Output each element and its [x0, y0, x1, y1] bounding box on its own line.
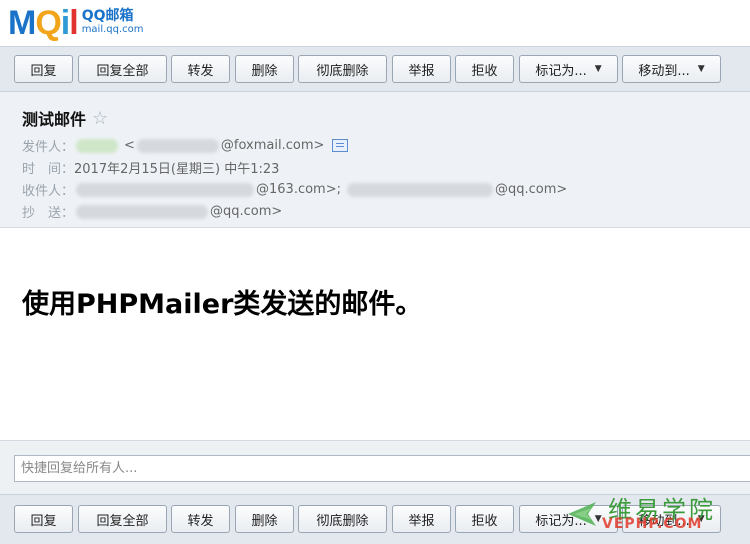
report-button[interactable]: 举报 — [392, 55, 451, 83]
mail-header: 测试邮件 ☆ 发件人： < @foxmail.com> 时 间： 2017年2月… — [0, 92, 750, 228]
logo-domain: mail.qq.com — [81, 24, 144, 35]
mark-as-dropdown[interactable]: 标记为... ▼ — [519, 505, 618, 533]
mark-as-dropdown[interactable]: 标记为... ▼ — [519, 55, 618, 83]
delete-button[interactable]: 删除 — [235, 505, 294, 533]
cc-label: 抄 送： — [22, 206, 75, 221]
recipient1-domain[interactable]: @163.com>; — [256, 182, 341, 197]
quick-reply-input[interactable]: 快捷回复给所有人... — [14, 455, 750, 482]
cc-row: 抄 送： @qq.com> — [22, 202, 282, 221]
move-to-dropdown[interactable]: 移动到... ▼ — [622, 505, 721, 533]
move-to-dropdown[interactable]: 移动到... ▼ — [622, 55, 721, 83]
chevron-down-icon: ▼ — [697, 514, 705, 524]
mark-as-label: 标记为... — [535, 63, 587, 79]
chevron-down-icon: ▼ — [697, 64, 705, 74]
quick-reply-bar: 快捷回复给所有人... — [0, 440, 750, 494]
cc-redacted — [76, 204, 209, 219]
sender-label: 发件人： — [22, 140, 75, 155]
sender-bracket: < — [124, 138, 135, 153]
time-row: 时 间： 2017年2月15日(星期三) 中午1:23 — [22, 158, 279, 177]
reply-button[interactable]: 回复 — [14, 55, 73, 83]
recipient1-redacted — [76, 182, 255, 197]
report-button[interactable]: 举报 — [392, 505, 451, 533]
star-icon[interactable]: ☆ — [92, 108, 108, 129]
reject-button[interactable]: 拒收 — [455, 505, 514, 533]
contact-card-icon[interactable] — [332, 139, 349, 152]
time-value: 2017年2月15日(星期三) 中午1:23 — [74, 162, 280, 177]
mail-body: 使用PHPMailer类发送的邮件。 — [22, 289, 423, 320]
top-bar: MQil QQ邮箱 mail.qq.com — [0, 0, 750, 46]
delete-permanently-button[interactable]: 彻底删除 — [298, 55, 387, 83]
reply-all-button[interactable]: 回复全部 — [78, 505, 167, 533]
reject-button[interactable]: 拒收 — [455, 55, 514, 83]
forward-button[interactable]: 转发 — [171, 505, 230, 533]
recipient-row: 收件人： @163.com>; @qq.com> — [22, 180, 567, 199]
reply-all-button[interactable]: 回复全部 — [78, 55, 167, 83]
move-to-label: 移动到... — [638, 513, 690, 529]
forward-button[interactable]: 转发 — [171, 55, 230, 83]
mark-as-label: 标记为... — [535, 513, 587, 529]
sender-row: 发件人： < @foxmail.com> — [22, 136, 349, 155]
time-label: 时 间： — [22, 162, 75, 177]
toolbar-bottom: 回复 回复全部 转发 删除 彻底删除 举报 拒收 标记为... ▼ 移动到... ▼ — [0, 494, 750, 544]
chevron-down-icon: ▼ — [594, 514, 602, 524]
recipient2-domain[interactable]: @qq.com> — [495, 182, 567, 197]
sender-email-redacted — [136, 138, 219, 153]
chevron-down-icon: ▼ — [594, 64, 602, 74]
cc-domain[interactable]: @qq.com> — [210, 204, 282, 219]
recipient-label: 收件人： — [22, 184, 75, 199]
delete-button[interactable]: 删除 — [235, 55, 294, 83]
toolbar-top: 回复 回复全部 转发 删除 彻底删除 举报 拒收 标记为... ▼ 移动到... ▼ — [0, 46, 750, 92]
mail-subject: 测试邮件 ☆ — [22, 106, 108, 130]
logo-brand: QQ邮箱 — [81, 8, 134, 24]
recipient2-redacted — [347, 182, 493, 197]
reply-button[interactable]: 回复 — [14, 505, 73, 533]
qq-mail-logo[interactable]: MQil QQ邮箱 mail.qq.com — [8, 4, 144, 42]
subject-text: 测试邮件 — [22, 110, 87, 129]
delete-permanently-button[interactable]: 彻底删除 — [298, 505, 387, 533]
move-to-label: 移动到... — [638, 63, 690, 79]
logo-word: MQil — [8, 4, 79, 42]
sender-name-redacted — [76, 138, 119, 153]
sender-domain[interactable]: @foxmail.com> — [221, 138, 324, 153]
logo-subtext: QQ邮箱 mail.qq.com — [82, 9, 144, 37]
